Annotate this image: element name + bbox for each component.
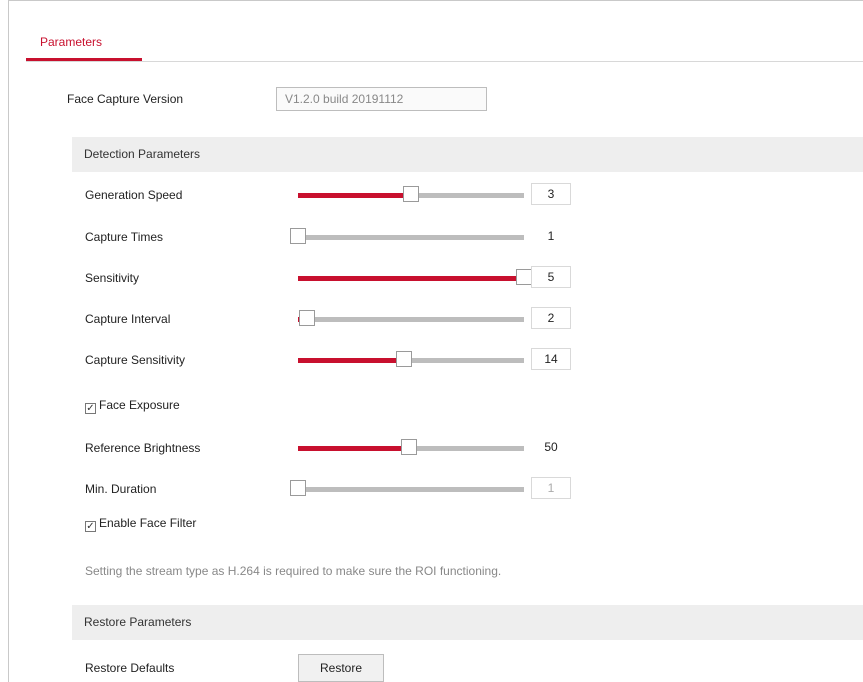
slider-row: Sensitivity 5 <box>0 263 863 293</box>
slider-row: Generation Speed 3 <box>0 180 863 210</box>
slider-value-input[interactable]: 50 <box>531 436 571 458</box>
face-filter-checkbox[interactable]: ✓ <box>85 521 96 532</box>
face-filter-label: Enable Face Filter <box>99 516 197 530</box>
slider-track[interactable] <box>290 228 524 244</box>
slider-value-input[interactable]: 1 <box>531 225 571 247</box>
restore-button[interactable]: Restore <box>298 654 384 682</box>
tab-parameters[interactable]: Parameters <box>26 30 142 61</box>
slider-track[interactable] <box>298 351 524 367</box>
slider-thumb[interactable] <box>403 186 419 202</box>
slider-label: Capture Sensitivity <box>85 353 186 367</box>
slider-row: Capture Sensitivity 14 <box>0 345 863 375</box>
slider-row: Capture Interval 2 <box>0 304 863 334</box>
slider-fill <box>298 358 405 363</box>
slider-value-input[interactable]: 1 <box>531 477 571 499</box>
slider-fill <box>298 446 409 451</box>
face-exposure-label: Face Exposure <box>99 398 180 412</box>
slider-thumb[interactable] <box>290 480 306 496</box>
restore-defaults-label: Restore Defaults <box>85 661 175 675</box>
slider-label: Capture Interval <box>85 312 171 326</box>
slider-track[interactable] <box>298 269 532 285</box>
version-label: Face Capture Version <box>67 92 184 106</box>
slider-value-input[interactable]: 14 <box>531 348 571 370</box>
slider-value-input[interactable]: 5 <box>531 266 571 288</box>
slider-label: Min. Duration <box>85 482 157 496</box>
slider-label: Capture Times <box>85 230 164 244</box>
roi-note: Setting the stream type as H.264 is requ… <box>85 564 502 578</box>
slider-fill <box>298 276 524 281</box>
detection-section-header: Detection Parameters <box>72 137 863 172</box>
slider-fill <box>298 193 411 198</box>
slider-thumb[interactable] <box>400 439 417 455</box>
slider-thumb[interactable] <box>290 228 306 244</box>
slider-thumb[interactable] <box>299 310 316 326</box>
slider-row: Reference Brightness 50 <box>0 433 863 463</box>
version-field: V1.2.0 build 20191112 <box>276 87 487 111</box>
face-filter-checkbox-row[interactable]: ✓ Enable Face Filter <box>85 516 196 532</box>
slider-track[interactable] <box>298 439 524 455</box>
slider-value-input[interactable]: 3 <box>531 183 571 205</box>
slider-track[interactable] <box>298 186 524 202</box>
slider-label: Sensitivity <box>85 271 140 285</box>
restore-section-header: Restore Parameters <box>72 605 863 640</box>
face-exposure-checkbox-row[interactable]: ✓ Face Exposure <box>85 398 180 414</box>
slider-thumb[interactable] <box>396 351 413 367</box>
face-exposure-checkbox[interactable]: ✓ <box>85 403 96 414</box>
slider-label: Reference Brightness <box>85 441 201 455</box>
slider-row: Capture Times 1 <box>0 222 863 252</box>
slider-value-input[interactable]: 2 <box>531 307 571 329</box>
slider-row: Min. Duration 1 <box>0 474 863 504</box>
slider-label: Generation Speed <box>85 188 183 202</box>
slider-thumb[interactable] <box>516 269 532 285</box>
slider-track[interactable] <box>298 310 524 326</box>
tab-bar: Parameters <box>26 30 863 62</box>
slider-track[interactable] <box>290 480 524 496</box>
